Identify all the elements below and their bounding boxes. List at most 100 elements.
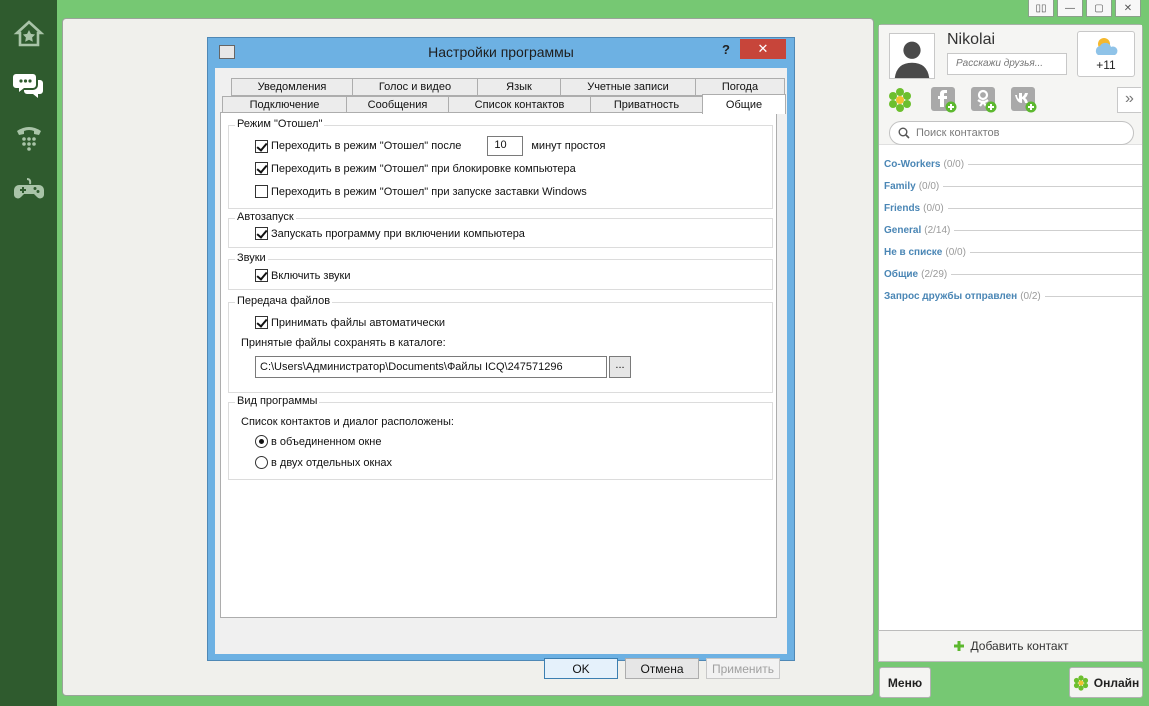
view-label: Список контактов и диалог расположены: bbox=[241, 416, 454, 428]
group-count: (0/0) bbox=[945, 246, 966, 258]
browse-button[interactable]: ... bbox=[609, 356, 631, 378]
view-separate-radio[interactable] bbox=[255, 456, 268, 469]
away-minutes-label: минут простоя bbox=[531, 140, 606, 152]
tab-voice-video[interactable]: Голос и видео bbox=[352, 78, 478, 96]
autostart-label: Запускать программу при включении компью… bbox=[271, 227, 525, 240]
away-lock-checkbox[interactable] bbox=[255, 162, 268, 175]
divider bbox=[951, 273, 1142, 275]
auto-accept-row: Принимать файлы автоматически bbox=[255, 316, 445, 329]
sidebar-item-chats[interactable] bbox=[0, 60, 57, 110]
dialog-close-button[interactable]: ✕ bbox=[740, 39, 786, 59]
away-mode-legend: Режим "Отошел" bbox=[235, 118, 325, 130]
auto-accept-checkbox[interactable] bbox=[255, 316, 268, 329]
group-count: (2/14) bbox=[924, 224, 951, 236]
weather-temperature: +11 bbox=[1096, 58, 1116, 72]
divider bbox=[943, 185, 1142, 187]
sidebar-item-home[interactable] bbox=[0, 8, 57, 58]
view-option-combined-row: в объединенном окне bbox=[255, 435, 381, 448]
minimize-button[interactable]: — bbox=[1057, 0, 1083, 17]
more-networks-button[interactable]: » bbox=[1117, 87, 1141, 113]
auto-accept-label: Принимать файлы автоматически bbox=[271, 316, 446, 329]
online-label: Онлайн bbox=[1093, 675, 1140, 690]
away-screensaver-checkbox[interactable] bbox=[255, 185, 268, 198]
tab-language[interactable]: Язык bbox=[477, 78, 561, 96]
dialog-title: Настройки программы bbox=[428, 44, 574, 60]
contact-group[interactable]: Общие (2/29) bbox=[879, 263, 1142, 285]
away-after-label: Переходить в режим "Отошел" после bbox=[271, 140, 462, 152]
divider bbox=[1044, 295, 1142, 297]
icq-network-button[interactable] bbox=[887, 87, 913, 113]
group-name: Запрос дружбы отправлен bbox=[884, 290, 1018, 302]
contact-group[interactable]: Family (0/0) bbox=[879, 175, 1142, 197]
view-combined-label: в объединенном окне bbox=[271, 435, 382, 448]
away-lock-label: Переходить в режим "Отошел" при блокиров… bbox=[271, 162, 576, 175]
sounds-checkbox[interactable] bbox=[255, 269, 268, 282]
apply-button[interactable]: Применить bbox=[706, 658, 780, 679]
search-input[interactable]: Поиск контактов bbox=[889, 121, 1134, 145]
contact-group[interactable]: Co-Workers (0/0) bbox=[879, 153, 1142, 175]
avatar[interactable] bbox=[889, 33, 935, 79]
away-lock-row: Переходить в режим "Отошел" при блокиров… bbox=[255, 162, 576, 175]
username[interactable]: Nikolai bbox=[947, 31, 995, 49]
weather-widget[interactable]: +11 bbox=[1077, 31, 1135, 77]
close-window-button[interactable]: ✕ bbox=[1115, 0, 1141, 17]
odnoklassniki-add-button[interactable] bbox=[971, 87, 997, 113]
group-count: (0/0) bbox=[923, 202, 944, 214]
sounds-group: Звуки Включить звуки bbox=[228, 252, 773, 290]
save-dir-input[interactable]: C:\Users\Администратор\Documents\Файлы I… bbox=[255, 356, 607, 378]
sidebar-item-calls[interactable] bbox=[0, 112, 57, 162]
group-name: General bbox=[884, 224, 922, 236]
vkontakte-add-button[interactable] bbox=[1011, 87, 1037, 113]
tab-notifications[interactable]: Уведомления bbox=[231, 78, 353, 96]
autostart-checkbox[interactable] bbox=[255, 227, 268, 240]
icq-flower-icon bbox=[1073, 674, 1088, 691]
group-name: Co-Workers bbox=[884, 158, 941, 170]
settings-dialog: Настройки программы ? ✕ Уведомления Голо… bbox=[207, 37, 795, 679]
group-count: (0/0) bbox=[943, 158, 965, 170]
tab-accounts[interactable]: Учетные записи bbox=[560, 78, 696, 96]
left-sidebar bbox=[0, 0, 57, 706]
contact-group[interactable]: Запрос дружбы отправлен (0/2) bbox=[879, 285, 1142, 307]
group-count: (0/0) bbox=[918, 180, 940, 192]
cancel-button[interactable]: Отмена bbox=[625, 658, 699, 679]
sidebar-item-games[interactable] bbox=[0, 164, 57, 214]
file-transfer-legend: Передача файлов bbox=[235, 295, 333, 307]
user-silhouette-icon bbox=[890, 34, 934, 78]
status-input[interactable]: Расскажи друзья... bbox=[947, 53, 1067, 75]
contact-group[interactable]: Не в списке (0/0) bbox=[879, 241, 1142, 263]
weather-cloud-sun-icon bbox=[1095, 38, 1118, 55]
dialog-titlebar[interactable]: Настройки программы ? ✕ bbox=[208, 38, 794, 66]
ok-button[interactable]: OK bbox=[544, 658, 618, 679]
away-minutes-input[interactable]: 10 bbox=[487, 136, 524, 156]
tab-general[interactable]: Общие bbox=[702, 94, 786, 114]
help-button[interactable]: ? bbox=[722, 42, 730, 57]
general-tab-page: Режим "Отошел" Переходить в режим "Отоше… bbox=[220, 112, 777, 618]
view-combined-radio[interactable] bbox=[255, 435, 268, 448]
contact-group[interactable]: Friends (0/0) bbox=[879, 197, 1142, 219]
facebook-add-button[interactable] bbox=[931, 87, 957, 113]
maximize-button[interactable]: ▢ bbox=[1086, 0, 1112, 17]
sounds-label: Включить звуки bbox=[271, 269, 351, 282]
layout-toggle-button[interactable]: ▯▯ bbox=[1028, 0, 1054, 17]
away-screensaver-row: Переходить в режим "Отошел" при запуске … bbox=[255, 185, 587, 198]
sounds-legend: Звуки bbox=[235, 252, 268, 264]
contact-group[interactable]: General (2/14) bbox=[879, 219, 1142, 241]
view-group: Вид программы Список контактов и диалог … bbox=[228, 395, 773, 480]
social-networks bbox=[887, 85, 1037, 115]
view-option-separate-row: в двух отдельных окнах bbox=[255, 456, 392, 469]
away-mode-group: Режим "Отошел" Переходить в режим "Отоше… bbox=[228, 118, 773, 209]
divider bbox=[954, 229, 1142, 231]
away-after-checkbox[interactable] bbox=[255, 139, 268, 153]
gamepad-icon bbox=[13, 178, 44, 199]
divider bbox=[968, 163, 1142, 165]
menu-button[interactable]: Меню bbox=[879, 667, 931, 698]
autostart-row: Запускать программу при включении компью… bbox=[255, 227, 525, 240]
save-dir-row: C:\Users\Администратор\Documents\Файлы I… bbox=[255, 356, 631, 378]
status-online-button[interactable]: Онлайн bbox=[1069, 667, 1143, 698]
profile-area: Nikolai Расскажи друзья... +11 » Поиск к… bbox=[879, 25, 1142, 145]
divider bbox=[947, 207, 1142, 209]
add-contact-button[interactable]: Добавить контакт bbox=[878, 630, 1143, 662]
vkontakte-icon bbox=[1011, 87, 1037, 113]
sounds-row: Включить звуки bbox=[255, 269, 351, 282]
group-name: Family bbox=[884, 180, 916, 192]
